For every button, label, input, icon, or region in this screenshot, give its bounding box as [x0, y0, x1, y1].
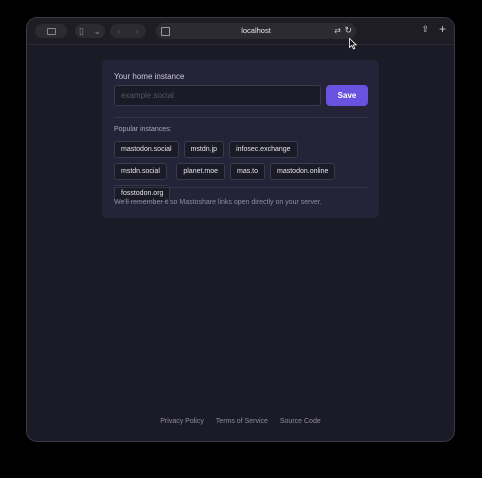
instance-chip[interactable]: mstdn.social: [114, 163, 167, 180]
chevron-down-icon[interactable]: ⌄: [93, 26, 101, 36]
divider: [114, 187, 367, 188]
chevron-right-icon[interactable]: ›: [136, 26, 139, 36]
browser-window: ▯ ⌄ ‹ › localhost ⇄ ↻ ⇪ + Your home inst…: [27, 18, 454, 441]
footer: Privacy Policy Terms of Service Source C…: [27, 418, 454, 425]
reload-icon[interactable]: ↻: [344, 25, 352, 36]
navigation-buttons: ‹ ›: [110, 24, 146, 38]
browser-toolbar: ▯ ⌄ ‹ › localhost ⇄ ↻ ⇪ +: [27, 18, 454, 45]
instance-chip[interactable]: mastodon.social: [114, 141, 179, 158]
source-code-link[interactable]: Source Code: [280, 418, 321, 425]
window-controls-icon: [46, 27, 56, 35]
privacy-policy-link[interactable]: Privacy Policy: [160, 418, 204, 425]
share-icon[interactable]: ⇪: [421, 24, 429, 35]
popular-instances-list: mastodon.social mstdn.jp infosec.exchange m…: [114, 141, 354, 207]
instance-chip[interactable]: mstdn.jp: [183, 141, 225, 158]
address-bar[interactable]: localhost ⇄ ↻: [156, 23, 356, 39]
instance-card: Your home instance Save Popular instance…: [102, 60, 379, 218]
terms-of-service-link[interactable]: Terms of Service: [216, 418, 268, 425]
address-url: localhost: [241, 26, 271, 35]
plus-icon[interactable]: +: [439, 22, 446, 36]
instance-chip[interactable]: mas.to: [230, 163, 266, 180]
save-button[interactable]: Save: [326, 85, 368, 106]
instance-chip[interactable]: mastodon.online: [270, 163, 336, 180]
window-controls[interactable]: [35, 24, 67, 38]
sidebar-icon: ▯: [79, 25, 84, 36]
divider: [114, 117, 367, 118]
sidebar-toggle[interactable]: ▯ ⌄: [75, 24, 105, 38]
card-title: Your home instance: [114, 72, 185, 81]
translate-icon[interactable]: ⇄: [334, 26, 341, 35]
remember-note: We'll remember it so Mastoshare links op…: [114, 199, 322, 206]
instance-chip[interactable]: infosec.exchange: [229, 141, 298, 158]
popular-instances-label: Popular instances:: [114, 126, 172, 133]
chevron-left-icon[interactable]: ‹: [118, 26, 121, 36]
instance-chip[interactable]: planet.moe: [176, 163, 225, 180]
mouse-cursor-icon: [349, 38, 357, 50]
instance-input[interactable]: [114, 85, 321, 106]
